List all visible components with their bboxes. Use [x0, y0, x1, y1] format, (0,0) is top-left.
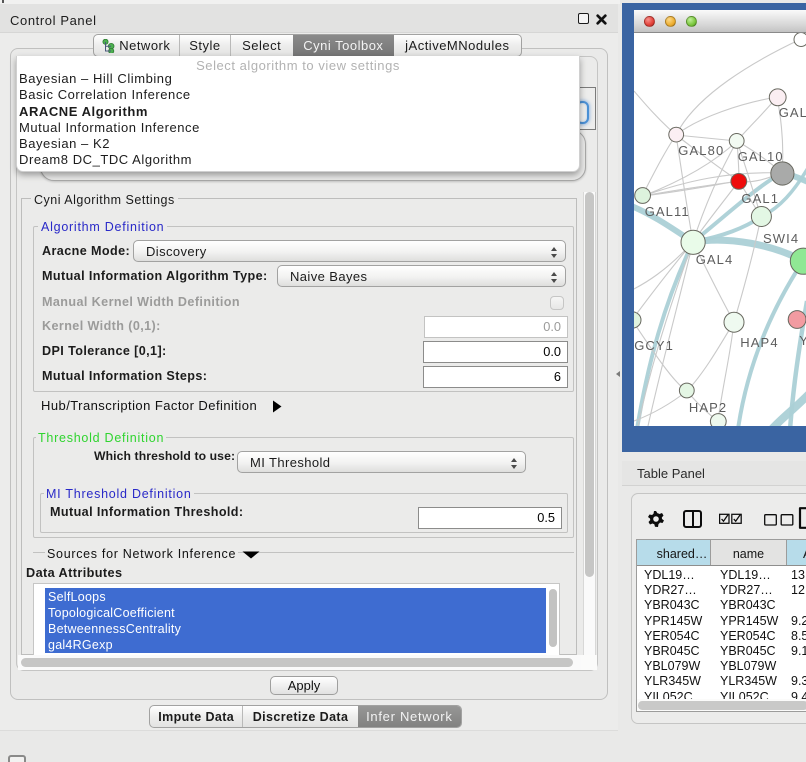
- svg-text:GCY1: GCY1: [634, 338, 674, 353]
- svg-text:YPL: YPL: [799, 333, 806, 348]
- svg-text:GAL2: GAL2: [779, 105, 806, 120]
- svg-text:GAL1: GAL1: [741, 191, 779, 206]
- svg-text:GAL10: GAL10: [738, 149, 784, 164]
- svg-text:GAL80: GAL80: [678, 143, 724, 158]
- svg-text:HAP2: HAP2: [689, 400, 727, 415]
- svg-text:HAP4: HAP4: [740, 335, 778, 350]
- svg-text:GAL11: GAL11: [645, 204, 690, 219]
- svg-text:SWI4: SWI4: [763, 231, 799, 246]
- svg-text:GAL4: GAL4: [696, 252, 734, 267]
